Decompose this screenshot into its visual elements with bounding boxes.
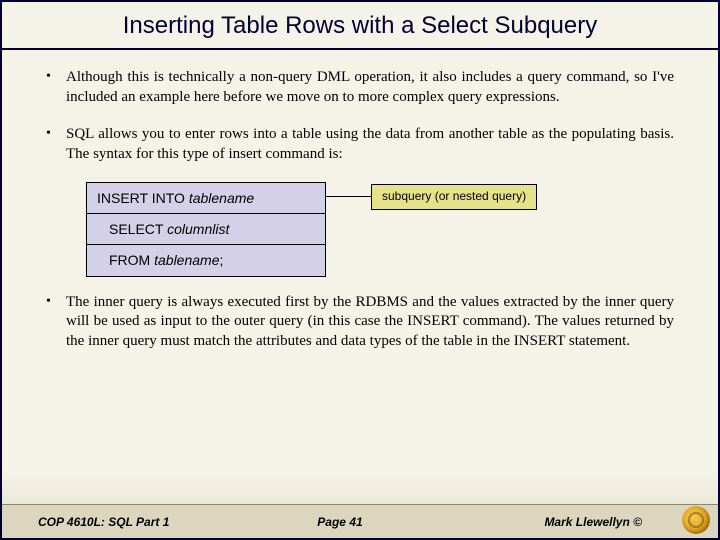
slide: Inserting Table Rows with a Select Subqu… (0, 0, 720, 540)
bullet-marker: • (46, 293, 66, 352)
footer-page: Page 41 (239, 515, 440, 529)
terminator: ; (220, 252, 224, 268)
bullet-marker: • (46, 68, 66, 107)
bullet-marker: • (46, 125, 66, 164)
syntax-block: INSERT INTO tablename SELECT columnlist … (86, 182, 674, 277)
identifier: columnlist (167, 221, 229, 237)
slide-title: Inserting Table Rows with a Select Subqu… (32, 12, 688, 40)
bullet-item: • The inner query is always executed fir… (46, 293, 674, 352)
syntax-line-1: INSERT INTO tablename (87, 183, 325, 214)
callout-label: subquery (or nested query) (371, 184, 537, 210)
syntax-line-3: FROM tablename; (87, 245, 325, 275)
footer-left: COP 4610L: SQL Part 1 (38, 515, 239, 529)
content-area: • Although this is technically a non-que… (2, 50, 718, 351)
bullet-item: • SQL allows you to enter rows into a ta… (46, 125, 674, 164)
bullet-text: Although this is technically a non-query… (66, 68, 674, 107)
syntax-line-2: SELECT columnlist (87, 214, 325, 245)
footer-author: Mark Llewellyn © (441, 515, 682, 529)
keyword: INSERT INTO (97, 190, 189, 206)
identifier: tablename (154, 252, 219, 268)
callout-connector (326, 196, 371, 197)
title-bar: Inserting Table Rows with a Select Subqu… (2, 2, 718, 50)
bullet-text: The inner query is always executed first… (66, 293, 674, 352)
keyword: FROM (109, 252, 154, 268)
ucf-logo-icon (682, 506, 710, 534)
footer: COP 4610L: SQL Part 1 Page 41 Mark Llewe… (2, 504, 718, 538)
bullet-item: • Although this is technically a non-que… (46, 68, 674, 107)
syntax-box: INSERT INTO tablename SELECT columnlist … (86, 182, 326, 277)
bullet-text: SQL allows you to enter rows into a tabl… (66, 125, 674, 164)
keyword: SELECT (109, 221, 167, 237)
identifier: tablename (189, 190, 254, 206)
